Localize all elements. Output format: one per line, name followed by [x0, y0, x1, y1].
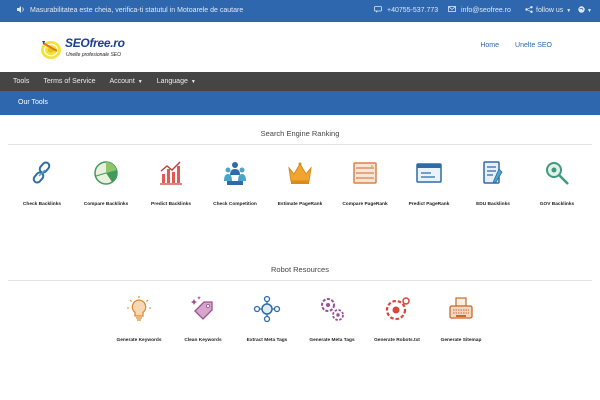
- tool-generate-robots-txt[interactable]: Generate Robots.txt: [362, 295, 432, 343]
- tool-label: Predict Backlinks: [151, 202, 191, 207]
- chevron-down-icon: ▼: [137, 78, 143, 85]
- globe-icon: [578, 6, 585, 15]
- tool-generate-sitemap[interactable]: Generate Sitemap: [426, 295, 496, 343]
- top-notice-text: Masurabilitatea este cheia, verifica-ti …: [30, 7, 244, 14]
- our-tools-label: Our Tools: [18, 99, 48, 106]
- email-contact[interactable]: info@seofree.ro: [448, 6, 511, 14]
- menu-item-label: Tools: [13, 78, 30, 85]
- tool-extract-meta-tags[interactable]: Extract Meta Tags: [232, 295, 302, 343]
- tool-check-backlinks[interactable]: Check Backlinks: [7, 159, 77, 207]
- tool-label: Estimate PageRank: [277, 202, 323, 207]
- phone-contact[interactable]: +40755-537.773: [374, 6, 438, 15]
- follow-us-text: follow us: [536, 7, 564, 14]
- tool-compare-pagerank[interactable]: Compare PageRank: [330, 159, 400, 207]
- volume-icon: [17, 6, 25, 15]
- chevron-down-icon: ▼: [190, 78, 196, 85]
- tool-label: GOV Backlinks: [539, 202, 575, 207]
- menu-item-tools[interactable]: Tools: [0, 72, 36, 91]
- menu-item-label: Language: [156, 78, 188, 85]
- browser-window-icon: [416, 163, 442, 183]
- language-globe-dropdown[interactable]: ▼: [578, 6, 592, 15]
- top-bar: Masurabilitatea este cheia, verifica-ti …: [0, 0, 600, 22]
- tool-label: Generate Sitemap: [440, 338, 482, 343]
- tool-label: EDU Backlinks: [476, 202, 510, 207]
- menu-item-account[interactable]: Account ▼: [102, 72, 149, 91]
- magnifier-link-icon: [546, 162, 569, 185]
- book-pen-icon: [483, 161, 503, 184]
- tool-label: Check Backlinks: [22, 202, 62, 207]
- section-divider: [8, 280, 592, 281]
- our-tools-bar: Our Tools: [0, 91, 600, 115]
- tool-label: Extract Meta Tags: [246, 338, 288, 343]
- tool-label: Generate Meta Tags: [309, 338, 355, 343]
- lightbulb-icon: [127, 296, 151, 321]
- bar-chart-icon: [160, 161, 182, 185]
- tool-label: Generate Keywords: [116, 338, 162, 343]
- main-menu-bar: Tools Terms of Service Account ▼ Language…: [0, 72, 600, 91]
- nav-home-link[interactable]: Home: [480, 42, 499, 49]
- site-logo[interactable]: SEOfree.ro Unelte profesionale SEO: [40, 35, 132, 63]
- chevron-down-icon: ▼: [587, 7, 592, 14]
- tool-edu-backlinks[interactable]: EDU Backlinks: [458, 159, 528, 207]
- share-icon: [525, 6, 533, 15]
- section-divider: [8, 144, 592, 145]
- tool-predict-backlinks[interactable]: Predict Backlinks: [136, 159, 206, 207]
- robot-gear-icon: [385, 297, 410, 321]
- typewriter-icon: [449, 297, 473, 319]
- network-icon: [253, 295, 281, 323]
- tool-label: Check Competition: [213, 202, 257, 207]
- tool-label: Clean Keywords: [184, 338, 222, 343]
- logo-brand-text: SEOfree.ro: [65, 36, 125, 50]
- follow-us-dropdown[interactable]: follow us ▼: [525, 6, 571, 15]
- tag-sparkle-icon: [191, 296, 213, 320]
- tool-label: Generate Robots.txt: [374, 338, 420, 343]
- tool-generate-meta-tags[interactable]: Generate Meta Tags: [297, 295, 367, 343]
- server-rack-icon: [353, 162, 377, 184]
- chevron-down-icon: ▼: [566, 7, 572, 14]
- chain-link-icon: [32, 161, 51, 184]
- menu-item-label: Terms of Service: [43, 78, 96, 85]
- nav-unelte-seo-link[interactable]: Unelte SEO: [515, 42, 552, 49]
- envelope-icon: [448, 6, 456, 14]
- section-title-search-engine-ranking: Search Engine Ranking: [260, 129, 340, 138]
- site-header: SEOfree.ro Unelte profesionale SEO Home …: [0, 22, 600, 72]
- gears-icon: [321, 298, 344, 321]
- tool-gov-backlinks[interactable]: GOV Backlinks: [522, 159, 592, 207]
- tool-label: Predict PageRank: [408, 202, 450, 207]
- crown-icon: [288, 162, 312, 184]
- tool-label: Compare PageRank: [342, 202, 388, 207]
- top-notice: Masurabilitatea este cheia, verifica-ti …: [17, 6, 243, 15]
- tool-estimate-pagerank[interactable]: Estimate PageRank: [265, 159, 335, 207]
- section-title-robot-resources: Robot Resources: [271, 265, 329, 274]
- phone-text: +40755-537.773: [387, 7, 439, 14]
- logo-tagline: Unelte profesionale SEO: [66, 52, 122, 58]
- tool-compare-backlinks[interactable]: Compare Backlinks: [71, 159, 141, 207]
- menu-item-label: Account: [109, 78, 135, 85]
- tool-clean-keywords[interactable]: Clean Keywords: [168, 295, 238, 343]
- menu-item-language[interactable]: Language ▼: [150, 72, 203, 91]
- menu-item-terms[interactable]: Terms of Service: [36, 72, 102, 91]
- tool-label: Compare Backlinks: [83, 202, 129, 207]
- tool-check-competition[interactable]: Check Competition: [200, 159, 270, 207]
- pie-chart-icon: [94, 161, 118, 185]
- email-text: info@seofree.ro: [461, 6, 511, 14]
- tool-predict-pagerank[interactable]: Predict PageRank: [394, 159, 464, 207]
- tool-generate-keywords[interactable]: Generate Keywords: [104, 295, 174, 343]
- header-nav: Home Unelte SEO: [480, 42, 552, 49]
- competitors-icon: [224, 162, 246, 185]
- chat-icon: [374, 6, 382, 15]
